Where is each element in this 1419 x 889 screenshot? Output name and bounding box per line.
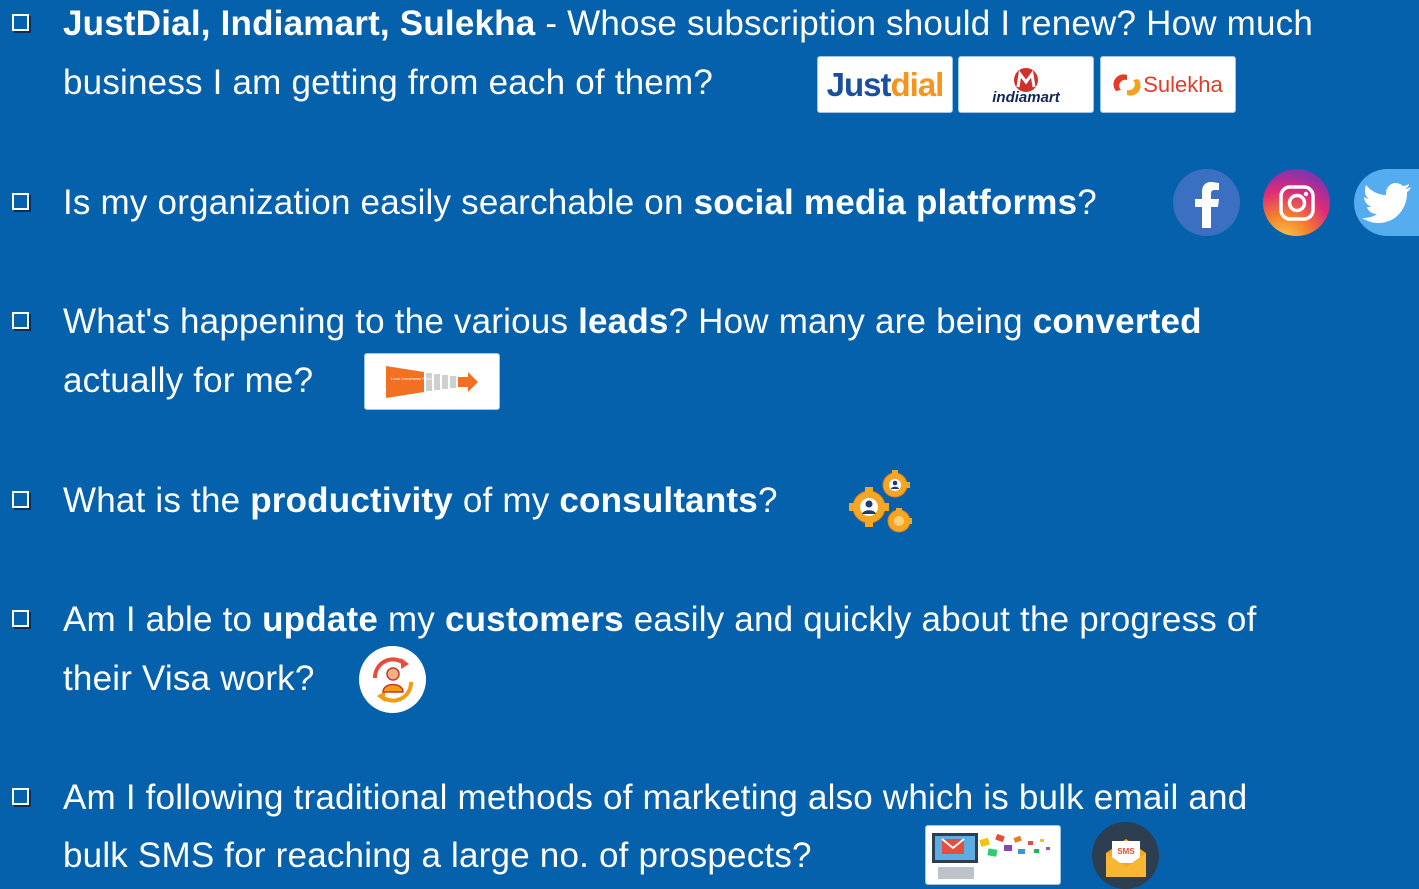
sms-label: SMS bbox=[1117, 847, 1135, 856]
question-bold: consultants bbox=[559, 481, 758, 520]
indiamart-logo-text: indiamart bbox=[992, 89, 1060, 106]
funnel-caption: Lead Conversion Ratio bbox=[391, 376, 432, 381]
checkbox-bullet bbox=[12, 788, 29, 805]
justdial-logo: Justdial bbox=[817, 56, 953, 113]
question-text: ? bbox=[757, 481, 778, 520]
checkbox-bullet bbox=[12, 14, 29, 31]
consultants-gears-icon bbox=[849, 470, 912, 533]
twitter-icon bbox=[1354, 169, 1419, 236]
bulk-email-icon bbox=[925, 825, 1061, 885]
question-bold: converted bbox=[1032, 302, 1202, 341]
facebook-icon bbox=[1173, 169, 1240, 236]
question-bold: leads bbox=[578, 302, 669, 341]
instagram-icon bbox=[1263, 169, 1330, 236]
checkbox-bullet bbox=[12, 610, 29, 627]
question-line-2: business I am getting from each of them? bbox=[63, 63, 713, 102]
question-line: What's happening to the various leads? H… bbox=[63, 302, 1202, 342]
question-text: my bbox=[378, 600, 445, 639]
question-text: - Whose subscription should I renew? How… bbox=[535, 4, 1314, 43]
question-bold: customers bbox=[444, 600, 624, 639]
question-text: What is the bbox=[63, 481, 251, 520]
customer-update-icon bbox=[359, 646, 426, 713]
bulk-sms-icon: SMS bbox=[1092, 822, 1159, 889]
question-bold: productivity bbox=[250, 481, 453, 520]
checkbox-bullet bbox=[12, 193, 29, 210]
lead-funnel-icon: Lead Conversion Ratio bbox=[364, 353, 500, 410]
justdial-logo-text-a: Just bbox=[826, 65, 892, 103]
question-line-2: their Visa work? bbox=[63, 659, 315, 698]
question-line-2: actually for me? bbox=[63, 361, 314, 400]
question-line: Am I following traditional methods of ma… bbox=[63, 778, 1248, 817]
question-text: What's happening to the various bbox=[63, 302, 579, 341]
question-bold: update bbox=[262, 600, 379, 639]
question-text: easily and quickly about the progress of bbox=[623, 600, 1257, 639]
checkbox-bullet bbox=[12, 491, 29, 508]
indiamart-logo: indiamart bbox=[958, 56, 1094, 113]
sulekha-logo-text: Sulekha bbox=[1143, 71, 1223, 97]
sulekha-logo: Sulekha bbox=[1100, 56, 1236, 113]
question-line: What is the productivity of my consultan… bbox=[63, 481, 778, 521]
justdial-logo-text-b: dial bbox=[890, 65, 945, 103]
question-text: ? How many are being bbox=[668, 302, 1033, 341]
question-bold: social media platforms bbox=[693, 183, 1078, 222]
question-line: JustDial, Indiamart, Sulekha - Whose sub… bbox=[63, 4, 1313, 44]
question-text: Am I able to bbox=[63, 600, 263, 639]
question-text: of my bbox=[452, 481, 560, 520]
sulekha-s-icon bbox=[1113, 73, 1141, 96]
question-text: ? bbox=[1077, 183, 1097, 222]
question-text: Is my organization easily searchable on bbox=[63, 183, 694, 222]
checkbox-bullet bbox=[12, 312, 29, 329]
question-bold: JustDial, Indiamart, Sulekha bbox=[63, 4, 536, 43]
question-line: Am I able to update my customers easily … bbox=[63, 600, 1257, 640]
question-line: Is my organization easily searchable on … bbox=[63, 183, 1097, 223]
question-line-2: bulk SMS for reaching a large no. of pro… bbox=[63, 836, 812, 875]
